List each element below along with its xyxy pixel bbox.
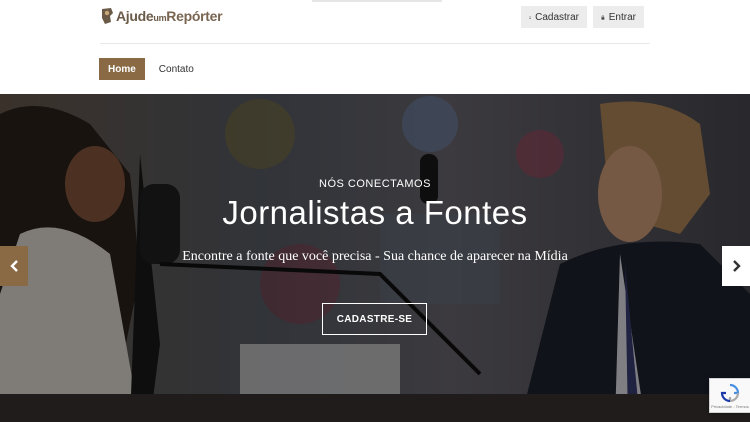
reporter-logo-icon [102, 8, 113, 24]
hero-kicker: NÓS CONECTAMOS [319, 178, 431, 190]
hero-subtitle: Encontre a fonte que você precisa - Sua … [182, 249, 568, 264]
hero-carousel: NÓS CONECTAMOS Jornalistas a Fontes Enco… [0, 94, 750, 422]
top-accent-line [312, 0, 442, 2]
cadastrar-button[interactable]: Cadastrar [521, 6, 587, 28]
top-bar: AjudeumRepórter Cadastrar Entrar [0, 0, 750, 44]
brand-name: AjudeumRepórter [116, 8, 223, 24]
cadastrar-label: Cadastrar [535, 11, 579, 23]
cadastre-se-button[interactable]: CADASTRE-SE [322, 303, 427, 335]
carousel-next-button[interactable] [722, 246, 750, 286]
hero-title: Jornalistas a Fontes [222, 194, 528, 231]
recaptcha-footer: Privacidade - Termos [711, 403, 749, 409]
header-divider [100, 43, 650, 44]
user-icon [529, 15, 531, 19]
carousel-prev-button[interactable] [0, 246, 28, 286]
brand-part-3: Repórter [166, 8, 223, 24]
brand-logo[interactable]: AjudeumRepórter [100, 7, 223, 25]
chevron-right-icon [732, 260, 741, 272]
lock-icon [601, 14, 605, 20]
brand-part-1: Ajude [116, 8, 154, 24]
recaptcha-icon [720, 383, 740, 402]
entrar-button[interactable]: Entrar [593, 6, 644, 28]
nav-item-contato[interactable]: Contato [150, 58, 203, 80]
entrar-label: Entrar [608, 11, 636, 23]
nav-item-home[interactable]: Home [99, 58, 145, 80]
chevron-left-icon [9, 260, 18, 272]
main-nav: Home Contato [99, 58, 203, 80]
brand-part-2: um [153, 13, 167, 23]
recaptcha-badge[interactable]: Privacidade - Termos [709, 378, 750, 413]
